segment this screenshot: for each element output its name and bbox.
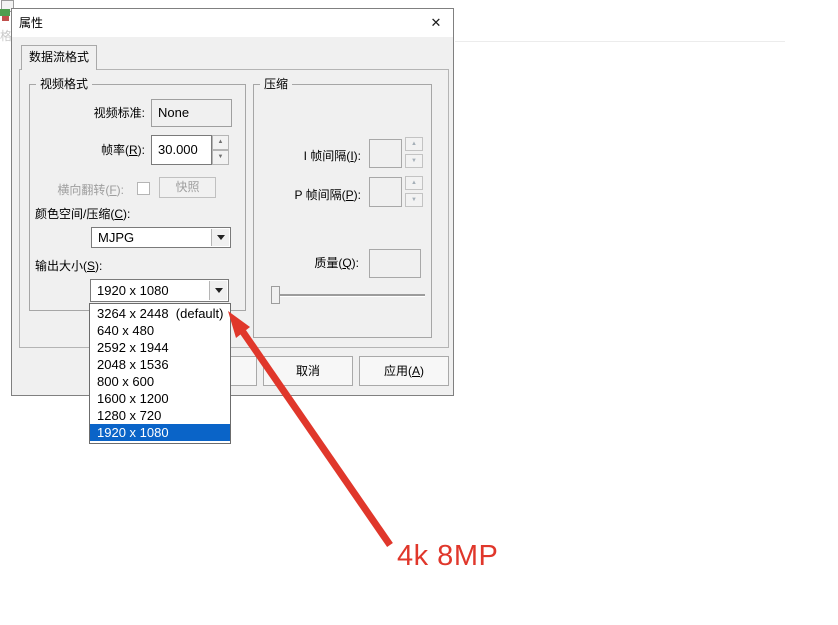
color-space-label: 颜色空间/压缩(C): — [35, 207, 131, 221]
dropdown-item[interactable]: 2592 x 1944 — [90, 339, 230, 356]
spin-up-icon: ▲ — [405, 176, 423, 190]
quality-input — [369, 249, 421, 278]
quality-slider[interactable] — [271, 286, 280, 304]
apply-button[interactable]: 应用(A) — [359, 356, 449, 386]
i-frame-spinner: ▲ ▼ — [405, 137, 423, 168]
spin-down-icon[interactable]: ▼ — [212, 150, 229, 165]
background-window-edge — [455, 41, 785, 42]
p-frame-spinner: ▲ ▼ — [405, 176, 423, 207]
screen: 格 属性 ✕ 数据流格式 视频格式 视频标准: None 帧率(R): 30.0… — [0, 0, 838, 625]
video-standard-field: None — [151, 99, 232, 127]
compression-group-title: 压缩 — [260, 77, 293, 91]
properties-dialog: 属性 ✕ 数据流格式 视频格式 视频标准: None 帧率(R): 30.000… — [11, 8, 454, 396]
video-standard-label: 视频标准: — [93, 106, 145, 120]
dialog-title: 属性 — [19, 16, 44, 30]
p-frame-interval-label: P 帧间隔(P): — [294, 188, 361, 202]
dropdown-item[interactable]: 2048 x 1536 — [90, 356, 230, 373]
chevron-down-icon[interactable] — [211, 229, 229, 246]
frame-rate-input[interactable]: 30.000 — [151, 135, 212, 165]
dropdown-item[interactable]: 3264 x 2448 (default) — [90, 305, 230, 322]
dropdown-item[interactable]: 800 x 600 — [90, 373, 230, 390]
tab-stream-format[interactable]: 数据流格式 — [21, 45, 97, 70]
output-size-dropdown-list: 3264 x 2448 (default) 640 x 480 2592 x 194… — [89, 303, 231, 444]
p-frame-interval-input — [369, 177, 402, 207]
dropdown-item[interactable]: 1280 x 720 — [90, 407, 230, 424]
close-icon[interactable]: ✕ — [420, 10, 452, 36]
dropdown-item[interactable]: 1600 x 1200 — [90, 390, 230, 407]
output-size-value: 1920 x 1080 — [97, 283, 169, 298]
spin-up-icon: ▲ — [405, 137, 423, 151]
cancel-button[interactable]: 取消 — [263, 356, 353, 386]
horizontal-flip-checkbox[interactable] — [137, 182, 150, 195]
horizontal-flip-label: 横向翻转(F): — [57, 183, 124, 197]
dropdown-item[interactable]: 1920 x 1080 — [90, 424, 230, 441]
output-size-combobox[interactable]: 1920 x 1080 — [90, 279, 229, 302]
video-format-group-title: 视频格式 — [36, 77, 93, 91]
output-size-label: 输出大小(S): — [35, 259, 103, 273]
spin-down-icon: ▼ — [405, 154, 423, 168]
annotation-text: 4k 8MP — [397, 540, 499, 572]
dropdown-item[interactable]: 640 x 480 — [90, 322, 230, 339]
quality-slider-track — [275, 294, 425, 297]
i-frame-interval-label: I 帧间隔(I): — [303, 149, 361, 163]
snapshot-button[interactable]: 快照 — [159, 177, 216, 198]
spin-down-icon: ▼ — [405, 193, 423, 207]
title-bar[interactable]: 属性 ✕ — [12, 9, 453, 37]
spin-up-icon[interactable]: ▲ — [212, 135, 229, 150]
quality-label: 质量(Q): — [314, 256, 359, 270]
frame-rate-label: 帧率(R): — [100, 143, 145, 157]
i-frame-interval-input — [369, 139, 402, 168]
color-space-value: MJPG — [98, 230, 135, 245]
chevron-down-icon[interactable] — [209, 281, 227, 300]
color-space-combobox[interactable]: MJPG — [91, 227, 231, 248]
frame-rate-spinner: ▲ ▼ — [212, 135, 229, 165]
